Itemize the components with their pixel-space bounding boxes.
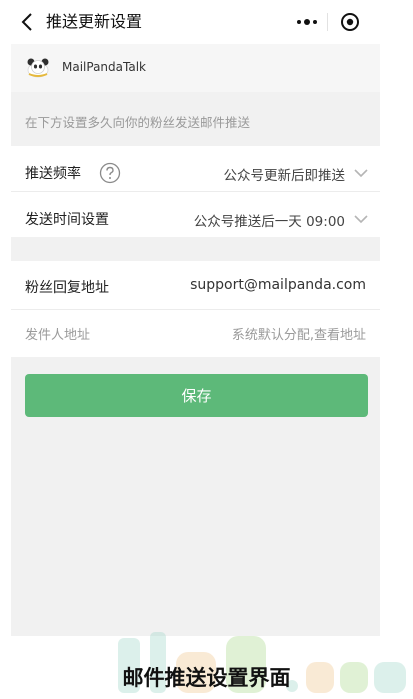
caption-text: 邮件推送设置界面 bbox=[122, 666, 291, 690]
row-divider bbox=[11, 309, 380, 310]
chevron-down-icon[interactable] bbox=[354, 214, 368, 224]
account-row: MailPandaTalk bbox=[11, 44, 380, 92]
row-divider bbox=[11, 191, 380, 192]
help-icon[interactable] bbox=[99, 162, 121, 184]
push-settings-card: 推送频率 公众号更新后即推送 发送时间设置 公众号推送后一天 09:00 bbox=[11, 146, 380, 237]
save-button[interactable]: 保存 bbox=[25, 374, 368, 417]
more-dots-icon[interactable] bbox=[290, 10, 324, 34]
frequency-label: 推送频率 bbox=[25, 166, 81, 182]
settings-panel: MailPandaTalk 在下方设置多久向你的粉丝发送邮件推送 推送频率 公众… bbox=[11, 44, 380, 636]
sender-address-value[interactable]: 系统默认分配,查看地址 bbox=[232, 324, 366, 343]
account-name: MailPandaTalk bbox=[62, 60, 146, 74]
back-arrow-icon[interactable] bbox=[18, 11, 38, 33]
reply-address-label: 粉丝回复地址 bbox=[25, 280, 109, 296]
target-circle-icon[interactable] bbox=[338, 10, 362, 34]
hint-text: 在下方设置多久向你的粉丝发送邮件推送 bbox=[25, 115, 251, 130]
sender-address-label: 发件人地址 bbox=[25, 328, 91, 343]
capsule-divider bbox=[327, 13, 328, 31]
page-title: 推送更新设置 bbox=[46, 12, 143, 31]
address-settings-card: 粉丝回复地址 support@mailpanda.com 发件人地址 系统默认分… bbox=[11, 261, 380, 357]
send-time-label: 发送时间设置 bbox=[25, 212, 109, 228]
send-time-value[interactable]: 公众号推送后一天 09:00 bbox=[194, 210, 345, 230]
panda-logo-icon bbox=[27, 58, 49, 78]
navigation-bar: 推送更新设置 bbox=[0, 0, 413, 44]
frequency-value[interactable]: 公众号更新后即推送 bbox=[224, 164, 346, 184]
reply-address-value[interactable]: support@mailpanda.com bbox=[190, 277, 366, 293]
chevron-down-icon[interactable] bbox=[354, 168, 368, 178]
